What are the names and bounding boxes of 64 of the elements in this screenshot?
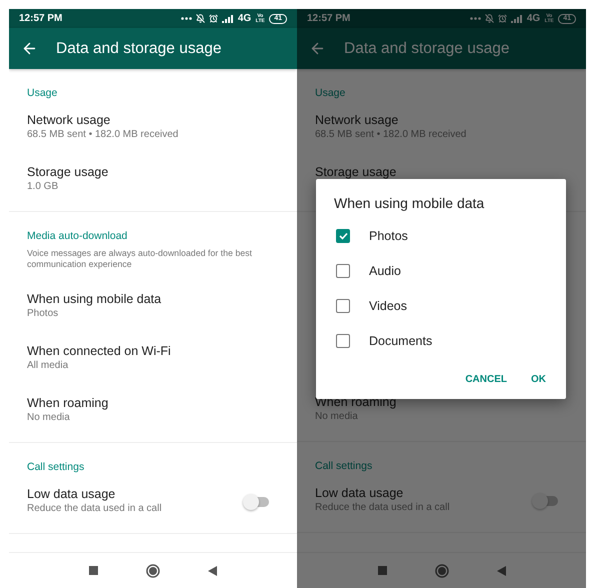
bell-off-icon (196, 14, 205, 23)
dialog-button[interactable]: OK (523, 368, 554, 391)
settings-row[interactable]: Low data usage Reduce the data used in a call (297, 474, 586, 526)
dialog-title: When using mobile data (333, 194, 486, 213)
row-subtitle: Photos (27, 307, 60, 321)
row-title: Network usage (315, 113, 400, 128)
row-title: Storage usage (27, 165, 110, 180)
section-header: Call settings (26, 460, 86, 475)
checkbox[interactable] (336, 298, 350, 312)
row-subtitle: No media (315, 410, 359, 424)
checkbox[interactable] (336, 264, 350, 278)
status-time: 12:57 PM (19, 13, 64, 24)
settings-row[interactable]: Storage usage 1.0 GB (9, 153, 297, 205)
signal-icon (222, 14, 234, 22)
more-dots-icon (180, 17, 192, 20)
row-subtitle: 1.0 GB (27, 180, 60, 194)
row-title: When using mobile data (27, 292, 162, 307)
back-icon[interactable] (21, 40, 38, 57)
row-subtitle: 68.5 MB sent • 182.0 MB received (27, 128, 180, 142)
back-icon[interactable] (309, 40, 326, 57)
settings-row[interactable]: Network usage 68.5 MB sent • 182.0 MB received (297, 101, 586, 153)
section-header: Media auto-download (26, 229, 128, 244)
settings-row[interactable]: Low data usage Reduce the data used in a call (9, 475, 297, 527)
row-subtitle: Reduce the data used in a call (27, 502, 163, 516)
back-triangle-icon[interactable] (496, 566, 506, 576)
row-title: Low data usage (27, 487, 116, 502)
section-header: Usage (26, 86, 58, 101)
screen-title: Data and storage usage (56, 40, 222, 58)
row-title: Low data usage (315, 486, 404, 501)
option-label: Photos (369, 228, 408, 242)
option-label: Audio (369, 264, 401, 278)
option-label: Documents (369, 334, 432, 348)
option-label: Videos (369, 298, 407, 312)
network-type: 4G (526, 13, 540, 24)
settings-row[interactable]: When roaming No media (9, 384, 297, 436)
checkmark-icon (338, 232, 348, 240)
screen-title: Data and storage usage (344, 40, 510, 58)
alarm-clock-icon (208, 14, 218, 23)
recents-icon[interactable] (378, 566, 386, 575)
row-title: Network usage (27, 113, 112, 128)
home-icon[interactable] (434, 564, 448, 578)
section-header: Call settings (314, 459, 374, 474)
signal-icon (510, 14, 523, 22)
status-time: 12:57 PM (307, 13, 352, 24)
home-icon[interactable] (146, 564, 160, 578)
row-subtitle: 68.5 MB sent • 182.0 MB received (315, 128, 468, 142)
more-dots-icon (470, 17, 481, 20)
network-type: 4G (238, 13, 252, 24)
checkbox[interactable] (336, 334, 350, 348)
row-subtitle: All media (27, 359, 70, 373)
row-subtitle: No media (27, 411, 71, 425)
section-note: Voice messages are always auto-downloaded for the best communication experience (26, 247, 253, 271)
dialog-button[interactable]: CANCEL (457, 368, 515, 391)
settings-row[interactable]: When using mobile data Photos (9, 280, 297, 332)
row-title: When roaming (27, 396, 110, 411)
row-subtitle: Reduce the data used in a call (315, 501, 451, 515)
row-title: When connected on Wi-Fi (27, 344, 172, 359)
settings-row[interactable]: When connected on Wi-Fi All media (9, 332, 297, 384)
back-triangle-icon[interactable] (208, 566, 217, 576)
settings-row[interactable]: Network usage 68.5 MB sent • 182.0 MB received (9, 101, 297, 153)
checkbox[interactable] (336, 228, 350, 242)
alarm-clock-icon (498, 14, 507, 23)
section-header: Usage (314, 86, 346, 101)
bell-off-icon (484, 14, 494, 23)
